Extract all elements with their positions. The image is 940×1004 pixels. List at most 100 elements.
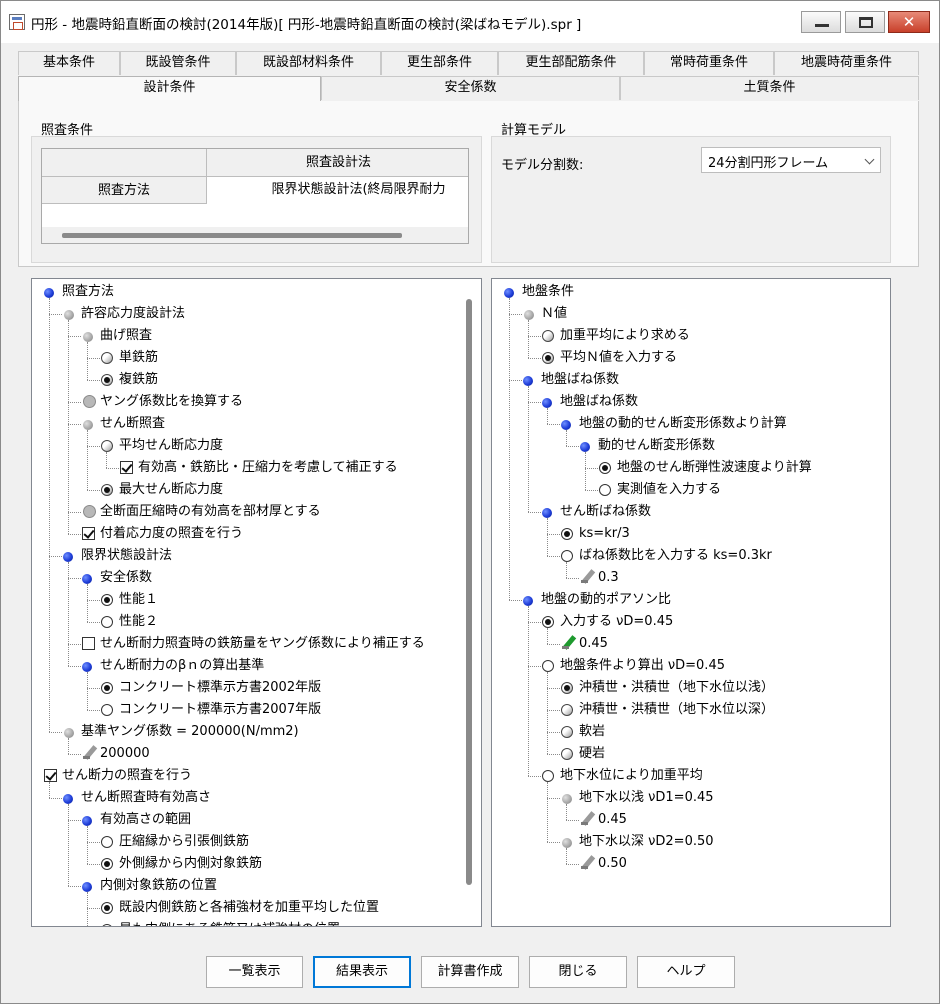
tree-connector [509,298,510,600]
list-view-button[interactable]: 一覧表示 [206,956,303,988]
grid-corner [42,149,207,177]
grid-row-label: 照査方法 [42,177,207,204]
tree-node-label: 単鉄筋 [119,350,159,365]
show-results-button[interactable]: 結果表示 [313,956,411,988]
tree-node-label: 地下水以浅 νD1=0.45 [579,790,714,805]
radio-icon[interactable] [101,440,113,452]
tab-existing-material[interactable]: 既設部材料条件 [236,51,381,75]
tree-connector [547,782,548,842]
left-tree-panel[interactable]: 照査方法 許容応力度設計法 曲げ照査 単鉄筋 複鉄筋 ヤング係数比を換算する せん断照査 平均… [31,278,482,927]
checkbox-icon[interactable] [82,527,95,540]
check-conditions-grid[interactable]: 照査設計法 照査方法 限界状態設計法(終局限界耐力 [41,148,469,244]
tree-node-label: 平均Ｎ値を入力する [560,350,678,365]
radio-icon[interactable] [561,748,573,760]
radio-icon[interactable] [101,924,113,926]
radio-icon[interactable] [101,682,113,694]
checkbox-icon[interactable] [44,769,57,782]
radio-icon[interactable] [101,902,113,914]
tree-connector [585,468,598,469]
radio-icon[interactable] [101,374,113,386]
tree-node-label: コンクリート標準示方書2002年版 [119,680,322,695]
tree-node-label: 地盤条件 [522,284,575,299]
radio-icon[interactable] [561,726,573,738]
radio-icon[interactable] [101,594,113,606]
right-tree-panel[interactable]: 地盤条件 Ｎ値 加重平均により求める 平均Ｎ値を入力する 地盤ばね係数 地盤ばね係数 地盤の… [491,278,891,927]
tree-connector [528,666,541,667]
tab-safety-factor[interactable]: 安全係数 [321,76,620,100]
tree-node-label: 内側対象鉄筋の位置 [100,878,218,893]
tree-connector [87,908,100,909]
check-conditions-title: 照査条件 [41,123,94,138]
close-dialog-button[interactable]: 閉じる [529,956,627,988]
tab-normal-load[interactable]: 常時荷重条件 [644,51,774,75]
radio-icon[interactable] [101,352,113,364]
radio-icon[interactable] [561,704,573,716]
tree-node-label: せん断照査時有効高さ [81,790,212,805]
checkbox-icon[interactable] [83,505,96,518]
left-tree-vscroll-thumb[interactable] [466,299,472,885]
app-icon [9,14,25,30]
tree-connector [528,336,541,337]
tree-node-label: 200000 [100,746,150,761]
tree-connector [547,672,548,754]
tab-existing-pipe[interactable]: 既設管条件 [120,51,236,75]
checkbox-icon[interactable] [82,637,95,650]
tree-connector [566,848,567,864]
tree-connector [68,424,81,425]
blue-node-icon [542,398,552,408]
tree-connector [528,776,541,777]
tree-connector [87,710,100,711]
radio-icon[interactable] [101,616,113,628]
tree-connector [547,408,548,424]
minimize-button[interactable] [801,11,841,33]
tab-soil-conditions[interactable]: 土質条件 [620,76,919,100]
title-bar[interactable]: 円形 - 地震時鉛直断面の検討(2014年版)[ 円形-地震時鉛直断面の検討(梁… [1,1,939,43]
gray-node-icon [64,310,74,320]
radio-icon[interactable] [542,616,554,628]
model-division-value: 24分割円形フレーム [708,156,829,171]
tab-seismic-load[interactable]: 地震時荷重条件 [774,51,919,75]
checkbox-icon[interactable] [120,461,133,474]
radio-icon[interactable] [599,484,611,496]
tree-node-label: 既設内側鉄筋と各補強材を加重平均した位置 [119,900,380,915]
tab-renewal-rebar[interactable]: 更生部配筋条件 [498,51,644,75]
maximize-button[interactable] [845,11,885,33]
radio-icon[interactable] [561,550,573,562]
tree-node-label: コンクリート標準示方書2007年版 [119,702,322,717]
tree-node-label: 最も内側にある鉄筋又は補強材の位置 [119,919,340,926]
tree-node-label: 地下水以深 νD2=0.50 [579,834,714,849]
tree-node-label: せん断力の照査を行う [62,768,193,783]
maximize-icon [859,17,873,28]
blue-node-icon [504,288,514,298]
help-button[interactable]: ヘルプ [637,956,735,988]
tree-node-label: 地盤の動的せん断変形係数より計算 [579,416,787,431]
radio-icon[interactable] [101,704,113,716]
radio-icon[interactable] [542,660,554,672]
close-button[interactable]: ✕ [888,11,930,33]
radio-icon[interactable] [101,836,113,848]
window-title: 円形 - 地震時鉛直断面の検討(2014年版)[ 円形-地震時鉛直断面の検討(梁… [31,17,582,33]
minimize-icon [815,24,829,27]
radio-icon[interactable] [561,528,573,540]
radio-icon[interactable] [101,484,113,496]
tree-node-label: 軟岩 [579,724,606,739]
checkbox-icon[interactable] [83,395,96,408]
grid-hscrollbar[interactable] [42,227,468,243]
radio-icon[interactable] [542,770,554,782]
radio-icon[interactable] [561,682,573,694]
tab-renewal-part[interactable]: 更生部条件 [381,51,498,75]
grid-row-value[interactable]: 限界状態設計法(終局限界耐力 [207,177,468,203]
tab-design-conditions[interactable]: 設計条件 [18,76,321,103]
create-report-button[interactable]: 計算書作成 [421,956,519,988]
radio-icon[interactable] [542,330,554,342]
tab-basic-conditions[interactable]: 基本条件 [18,51,120,75]
tree-connector [547,798,560,799]
tree-connector [547,518,548,556]
tree-connector [528,512,541,513]
radio-icon[interactable] [542,352,554,364]
grid-hscroll-thumb[interactable] [62,233,402,238]
model-division-select[interactable]: 24分割円形フレーム [701,147,881,173]
radio-icon[interactable] [101,858,113,870]
radio-icon[interactable] [599,462,611,474]
tree-node-label: ヤング係数比を換算する [100,394,244,409]
